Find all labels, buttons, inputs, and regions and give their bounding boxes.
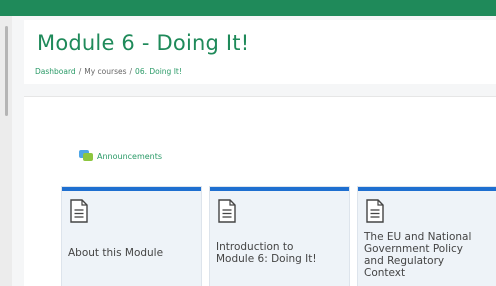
announcements-link[interactable]: Announcements [79, 150, 162, 162]
document-icon [70, 199, 88, 223]
tile-label: The EU and National Government Policy an… [364, 231, 472, 279]
breadcrumb: Dashboard / My courses/06. Doing It! [35, 67, 182, 76]
scrollbar[interactable] [5, 26, 8, 116]
page-title: Module 6 - Doing It! [37, 31, 250, 55]
tile-eu-policy[interactable]: The EU and National Government Policy an… [358, 187, 496, 286]
breadcrumb-separator: / [129, 67, 133, 76]
forum-icon [79, 150, 93, 162]
document-icon [218, 199, 236, 223]
tile-about-module[interactable]: About this Module [62, 187, 201, 286]
breadcrumb-separator: / [78, 67, 82, 76]
tile-introduction[interactable]: Introduction to Module 6: Doing It! [210, 187, 349, 286]
breadcrumb-my-courses[interactable]: My courses [84, 67, 126, 76]
page-header: Module 6 - Doing It! Dashboard / My course… [24, 20, 496, 84]
breadcrumb-dashboard[interactable]: Dashboard [35, 67, 76, 76]
announcements-label: Announcements [97, 151, 163, 161]
tile-label: Introduction to Module 6: Doing It! [216, 241, 317, 265]
document-icon [366, 199, 384, 223]
tile-label: About this Module [68, 247, 164, 259]
breadcrumb-current-course[interactable]: 06. Doing It! [135, 67, 182, 76]
side-drawer-rail [0, 16, 12, 286]
top-navbar [0, 0, 496, 16]
